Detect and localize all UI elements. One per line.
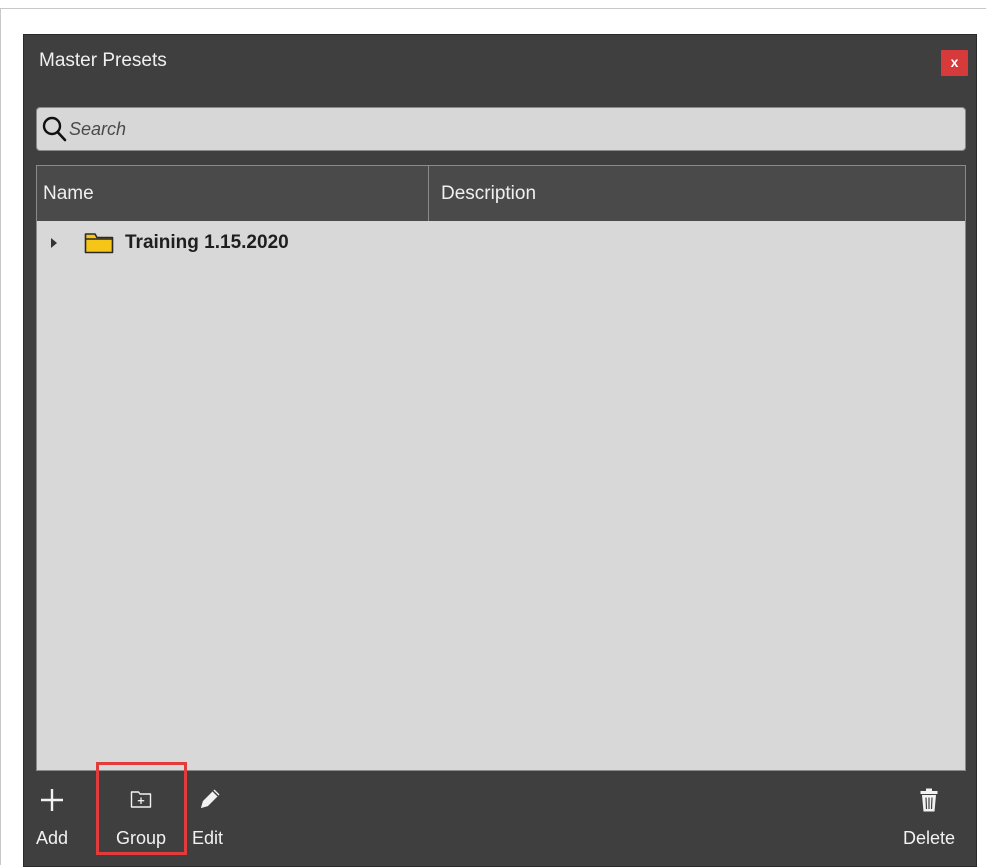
screenshot-frame: Master Presets x Name Description Traini…: [0, 8, 986, 867]
group-label: Group: [115, 828, 167, 848]
add-label: Add: [35, 828, 69, 848]
presets-table: Name Description Training 1.15.2020: [36, 165, 966, 771]
plus-icon: [41, 789, 63, 811]
column-header-description[interactable]: Description: [429, 166, 965, 221]
folder-icon: [84, 233, 114, 254]
expand-arrow-icon[interactable]: [51, 238, 57, 248]
delete-label: Delete: [902, 828, 956, 848]
table-row[interactable]: Training 1.15.2020: [37, 224, 965, 266]
pencil-icon: [201, 789, 220, 808]
column-header-name[interactable]: Name: [37, 166, 429, 221]
edit-button[interactable]: Edit: [190, 775, 230, 865]
table-header: Name Description: [37, 166, 965, 221]
group-button[interactable]: Group: [100, 775, 182, 865]
dialog-title: Master Presets: [39, 50, 167, 71]
close-button[interactable]: x: [941, 50, 968, 76]
bottom-toolbar: Add Group Edit Delete: [24, 775, 976, 865]
search-input[interactable]: [69, 112, 949, 146]
row-name: Training 1.15.2020: [125, 232, 289, 253]
delete-button[interactable]: Delete: [894, 775, 964, 865]
master-presets-dialog: Master Presets x Name Description Traini…: [23, 34, 977, 867]
search-icon: [42, 116, 67, 142]
edit-label: Edit: [192, 828, 224, 848]
trash-icon: [920, 788, 938, 812]
add-button[interactable]: Add: [32, 775, 72, 865]
search-box[interactable]: [36, 107, 966, 151]
folder-add-icon: [130, 791, 152, 808]
